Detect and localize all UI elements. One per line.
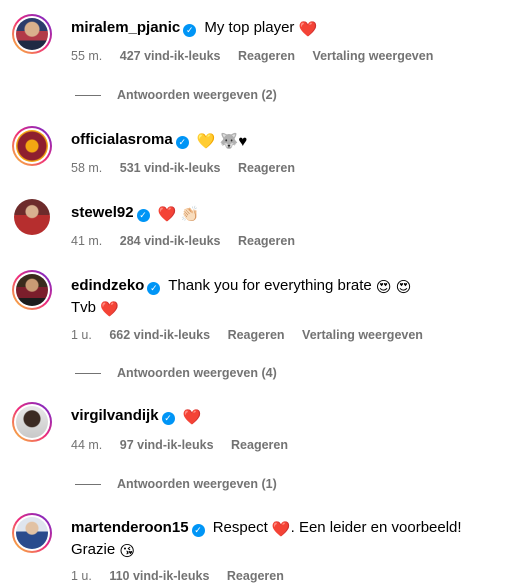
comment-emoji: ❤️	[271, 521, 291, 538]
comment-emoji: ❤️ 👏🏻	[157, 206, 200, 223]
comment-time[interactable]: 58 m.	[71, 161, 102, 175]
reply-button[interactable]: Reageren	[228, 328, 285, 342]
likes-count[interactable]: 97 vind-ik-leuks	[120, 438, 214, 452]
view-replies-button[interactable]: Antwoorden weergeven (1)	[75, 477, 277, 491]
comment-emoji: 😍 😍	[375, 279, 412, 296]
reply-button[interactable]: Reageren	[238, 161, 295, 175]
comment-text-line2: Grazie	[71, 541, 116, 558]
verified-badge-icon: ✓	[136, 209, 150, 222]
comment-text-after: . Een leider en voorbeeld!	[290, 519, 462, 536]
verified-badge-icon: ✓	[175, 136, 189, 149]
username[interactable]: edindzeko	[71, 277, 144, 294]
comment-time[interactable]: 1 u.	[71, 328, 92, 342]
translate-button[interactable]: Vertaling weergeven	[312, 49, 433, 63]
view-replies-label: Antwoorden weergeven (4)	[117, 366, 277, 380]
comment-text: Thank you for everything brate	[168, 277, 372, 294]
avatar[interactable]	[12, 126, 52, 166]
verified-badge-icon: ✓	[183, 24, 197, 37]
comment-emoji: ❤️	[182, 409, 202, 426]
username[interactable]: officialasroma	[71, 131, 173, 148]
comment-emoji: ❤️	[298, 21, 318, 38]
comment-text: My top player	[204, 19, 295, 36]
view-replies-button[interactable]: Antwoorden weergeven (2)	[75, 88, 277, 102]
avatar[interactable]	[12, 14, 52, 54]
divider-line	[75, 95, 101, 97]
divider-line	[75, 484, 101, 486]
comment-emoji: 💛 🐺♥	[196, 133, 248, 150]
divider-line	[75, 373, 101, 375]
comment-time[interactable]: 44 m.	[71, 438, 102, 452]
view-replies-label: Antwoorden weergeven (1)	[117, 477, 277, 491]
likes-count[interactable]: 531 vind-ik-leuks	[120, 161, 221, 175]
username[interactable]: stewel92	[71, 204, 134, 221]
view-replies-button[interactable]: Antwoorden weergeven (4)	[75, 366, 277, 380]
translate-button[interactable]: Vertaling weergeven	[302, 328, 423, 342]
verified-badge-icon: ✓	[191, 524, 205, 537]
comment-text: Respect	[212, 519, 268, 536]
reply-button[interactable]: Reageren	[238, 49, 295, 63]
comments-panel: { "comments": [ { "username": "miralem_p…	[0, 0, 506, 587]
likes-count[interactable]: 427 vind-ik-leuks	[120, 49, 221, 63]
avatar[interactable]	[12, 402, 52, 442]
verified-badge-icon: ✓	[161, 412, 175, 425]
likes-count[interactable]: 110 vind-ik-leuks	[109, 569, 209, 583]
likes-count[interactable]: 662 vind-ik-leuks	[109, 328, 210, 342]
comment-text-line2: Tvb	[71, 299, 97, 316]
username[interactable]: miralem_pjanic	[71, 19, 180, 36]
reply-button[interactable]: Reageren	[231, 438, 288, 452]
comment-time[interactable]: 41 m.	[71, 234, 102, 248]
reply-button[interactable]: Reageren	[238, 234, 295, 248]
avatar[interactable]	[12, 513, 52, 553]
view-replies-label: Antwoorden weergeven (2)	[117, 88, 277, 102]
comment-emoji-line2: 😘	[119, 543, 135, 560]
likes-count[interactable]: 284 vind-ik-leuks	[120, 234, 221, 248]
username[interactable]: virgilvandijk	[71, 407, 159, 424]
verified-badge-icon: ✓	[147, 282, 161, 295]
avatar[interactable]	[12, 270, 52, 310]
comment-emoji-line2: ❤️	[100, 301, 119, 318]
comment-time[interactable]: 55 m.	[71, 49, 102, 63]
reply-button[interactable]: Reageren	[227, 569, 284, 583]
username[interactable]: martenderoon15	[71, 519, 189, 536]
comment-time[interactable]: 1 u.	[71, 569, 92, 583]
avatar[interactable]	[14, 199, 50, 235]
